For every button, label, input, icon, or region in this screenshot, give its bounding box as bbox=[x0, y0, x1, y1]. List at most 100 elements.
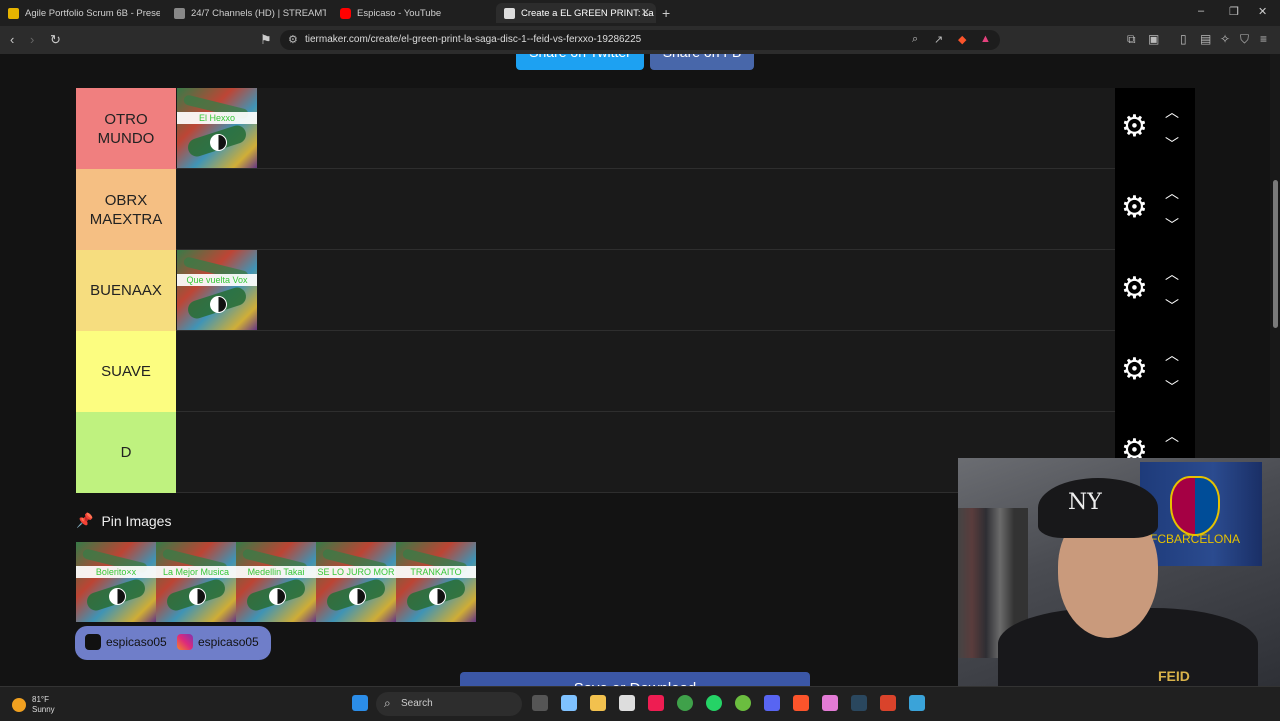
pinned-item[interactable]: TRANKAITO bbox=[396, 542, 476, 622]
new-tab-icon[interactable]: + bbox=[662, 5, 670, 21]
file-explorer-icon[interactable] bbox=[590, 695, 606, 711]
share-fb-button[interactable]: Share on FB bbox=[650, 54, 754, 70]
site-info-icon[interactable]: ⚙ bbox=[288, 33, 298, 46]
back-icon[interactable]: ‹ bbox=[10, 32, 14, 47]
task-view-icon[interactable] bbox=[532, 695, 548, 711]
tier-controls: ⚙ ︿ ﹀ bbox=[1115, 250, 1195, 331]
gear-icon[interactable]: ⚙ bbox=[1121, 274, 1148, 304]
address-bar[interactable]: ⚙ tiermaker.com/create/el-green-print-la… bbox=[280, 30, 1000, 50]
chevron-up-icon[interactable]: ︿ bbox=[1165, 183, 1179, 203]
item-caption: El Hexxo bbox=[177, 112, 257, 124]
notepad-icon[interactable] bbox=[909, 695, 925, 711]
share-icon[interactable]: ↗ bbox=[934, 33, 943, 46]
tier-controls: ⚙ ︿ ﹀ bbox=[1115, 331, 1195, 412]
item-caption: SE LO JURO MOR bbox=[316, 566, 396, 578]
chevron-down-icon[interactable]: ﹀ bbox=[1165, 134, 1179, 154]
tier-label[interactable]: OBRX MAEXTRA bbox=[76, 169, 176, 250]
taskbar-search[interactable]: ⌕ Search bbox=[376, 692, 522, 716]
sidebar-icon[interactable]: ▯ bbox=[1180, 32, 1187, 46]
tab-agile-portfolio[interactable]: Agile Portfolio Scrum 6B - Presentaci bbox=[0, 3, 160, 23]
tab-tiermaker[interactable]: Create a EL GREEN PRINT: La Sa ✕ bbox=[496, 3, 656, 23]
flag-text: FCBARCELONA bbox=[1150, 532, 1241, 546]
chevron-up-icon[interactable]: ︿ bbox=[1165, 264, 1179, 284]
chevron-down-icon[interactable]: ﹀ bbox=[1165, 377, 1179, 397]
pinned-item[interactable]: SE LO JURO MOR bbox=[316, 542, 396, 622]
chevron-up-icon[interactable]: ︿ bbox=[1165, 345, 1179, 365]
whatsapp-icon[interactable] bbox=[706, 695, 722, 711]
tier-row: SUAVE ⚙ ︿ ﹀ bbox=[76, 331, 1195, 412]
tier-label[interactable]: D bbox=[76, 412, 176, 493]
search-icon: ⌕ bbox=[384, 696, 391, 710]
chevron-down-icon[interactable]: ﹀ bbox=[1165, 296, 1179, 316]
pushpin-icon: 📌 bbox=[76, 512, 94, 528]
steam-icon[interactable] bbox=[851, 695, 867, 711]
pinned-item[interactable]: Medellin Takai bbox=[236, 542, 316, 622]
restore-icon[interactable]: ❐ bbox=[1229, 5, 1239, 18]
save-download-button[interactable]: Save or Download bbox=[460, 672, 810, 686]
tab-title: Create a EL GREEN PRINT: La Sa bbox=[521, 7, 656, 19]
chevron-up-icon[interactable]: ︿ bbox=[1165, 102, 1179, 122]
scrollbar-thumb[interactable] bbox=[1273, 180, 1278, 328]
tiktok-icon[interactable] bbox=[648, 695, 664, 711]
tier-controls: ⚙ ︿ ﹀ bbox=[1115, 169, 1195, 250]
tab-title: 24/7 Channels (HD) | STREAMTP bbox=[191, 7, 326, 19]
discord-icon[interactable] bbox=[764, 695, 780, 711]
rewards-icon[interactable]: ▲ bbox=[980, 33, 991, 45]
shirt-text: FEID bbox=[1158, 668, 1190, 684]
close-tab-icon[interactable]: ✕ bbox=[641, 6, 650, 19]
item-caption: La Mejor Musica bbox=[156, 566, 236, 578]
wallet-icon[interactable]: ▣ bbox=[1148, 32, 1159, 46]
bookmark-icon[interactable]: ⚑ bbox=[260, 32, 272, 48]
chevron-down-icon[interactable]: ﹀ bbox=[1165, 215, 1179, 235]
reload-icon[interactable]: ↻ bbox=[50, 32, 61, 48]
chevron-up-icon[interactable]: ︿ bbox=[1165, 426, 1179, 446]
weather-widget[interactable]: 81°F Sunny bbox=[12, 695, 55, 715]
extensions-icon[interactable]: ⧉ bbox=[1127, 32, 1136, 47]
gear-icon[interactable]: ⚙ bbox=[1121, 355, 1148, 385]
leo-icon[interactable]: ✧ bbox=[1220, 32, 1230, 46]
store-icon[interactable] bbox=[619, 695, 635, 711]
tab-title: Agile Portfolio Scrum 6B - Presentaci bbox=[25, 7, 160, 19]
close-window-icon[interactable]: ✕ bbox=[1258, 5, 1267, 18]
brave-shield-icon[interactable]: ◆ bbox=[958, 33, 966, 46]
instagram-handle: espicaso05 bbox=[198, 635, 259, 649]
tab-bar: Agile Portfolio Scrum 6B - Presentaci 24… bbox=[0, 0, 1280, 26]
pinned-item[interactable]: La Mejor Musica bbox=[156, 542, 236, 622]
forward-icon[interactable]: › bbox=[30, 32, 34, 47]
game-icon[interactable] bbox=[880, 695, 896, 711]
windows-start-icon[interactable] bbox=[352, 695, 368, 711]
temperature: 81°F bbox=[32, 695, 49, 704]
vpn-icon[interactable]: ⛉ bbox=[1240, 32, 1249, 47]
tier-item[interactable]: El Hexxo bbox=[177, 88, 257, 168]
yin-yang-icon bbox=[210, 134, 227, 151]
gear-icon[interactable]: ⚙ bbox=[1121, 193, 1148, 223]
navigation-bar: ‹ › ↻ ⚑ ⚙ tiermaker.com/create/el-green-… bbox=[0, 26, 1280, 54]
menu-icon[interactable]: ≡ bbox=[1260, 32, 1267, 46]
item-caption: Bolerito×x bbox=[76, 566, 156, 578]
globe-icon bbox=[174, 7, 185, 19]
tier-label[interactable]: OTRO MUNDO bbox=[76, 88, 176, 169]
tier-item[interactable]: Que vuelta Vox bbox=[177, 250, 257, 330]
minimize-icon[interactable]: – bbox=[1198, 5, 1204, 17]
tab-youtube[interactable]: Espicaso - YouTube bbox=[332, 3, 492, 23]
gear-icon[interactable]: ⚙ bbox=[1121, 112, 1148, 142]
share-twitter-button[interactable]: Share on Twitter bbox=[516, 54, 644, 70]
pinned-item[interactable]: Bolerito×x bbox=[76, 542, 156, 622]
weather-condition: Sunny bbox=[32, 705, 55, 714]
chrome-icon[interactable] bbox=[677, 695, 693, 711]
photos-icon[interactable] bbox=[822, 695, 838, 711]
brave-icon[interactable] bbox=[793, 695, 809, 711]
tier-label[interactable]: BUENAAX bbox=[76, 250, 176, 331]
yin-yang-icon bbox=[349, 588, 366, 605]
xbox-icon[interactable] bbox=[735, 695, 751, 711]
copilot-icon[interactable] bbox=[561, 695, 577, 711]
barcelona-crest-icon bbox=[1170, 476, 1220, 536]
zoom-icon[interactable]: ⌕ bbox=[912, 33, 918, 46]
tab-streamtp[interactable]: 24/7 Channels (HD) | STREAMTP bbox=[166, 3, 326, 23]
yin-yang-icon bbox=[429, 588, 446, 605]
tier-label[interactable]: SUAVE bbox=[76, 331, 176, 412]
search-label: Search bbox=[401, 698, 433, 709]
tier-row: OBRX MAEXTRA ⚙ ︿ ﹀ bbox=[76, 169, 1195, 250]
wallet2-icon[interactable]: ▤ bbox=[1200, 32, 1211, 46]
item-caption: TRANKAITO bbox=[396, 566, 476, 578]
